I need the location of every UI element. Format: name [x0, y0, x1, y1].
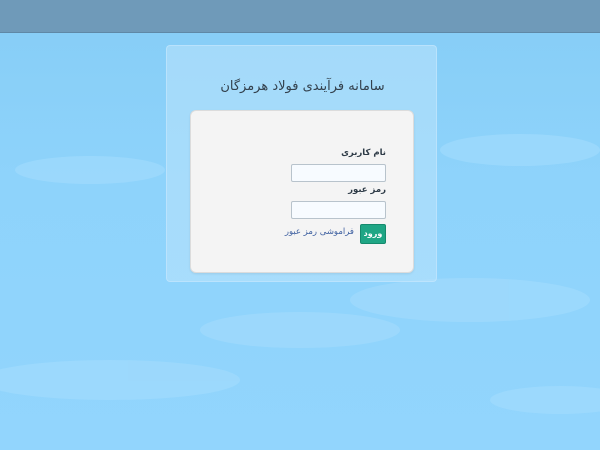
login-panel: سامانه فرآیندی فولاد هرمزگان نام کاربری …	[166, 45, 437, 282]
forgot-password-link[interactable]: فراموشی رمز عبور	[285, 227, 354, 237]
password-input[interactable]	[291, 201, 386, 219]
username-input[interactable]	[291, 164, 386, 182]
login-form: نام کاربری رمز عبور ورود فراموشی رمز عبو…	[190, 110, 414, 273]
username-label: نام کاربری	[341, 148, 386, 158]
app-title: سامانه فرآیندی فولاد هرمزگان	[220, 79, 385, 94]
login-button[interactable]: ورود	[360, 224, 386, 244]
password-label: رمز عبور	[348, 185, 386, 195]
